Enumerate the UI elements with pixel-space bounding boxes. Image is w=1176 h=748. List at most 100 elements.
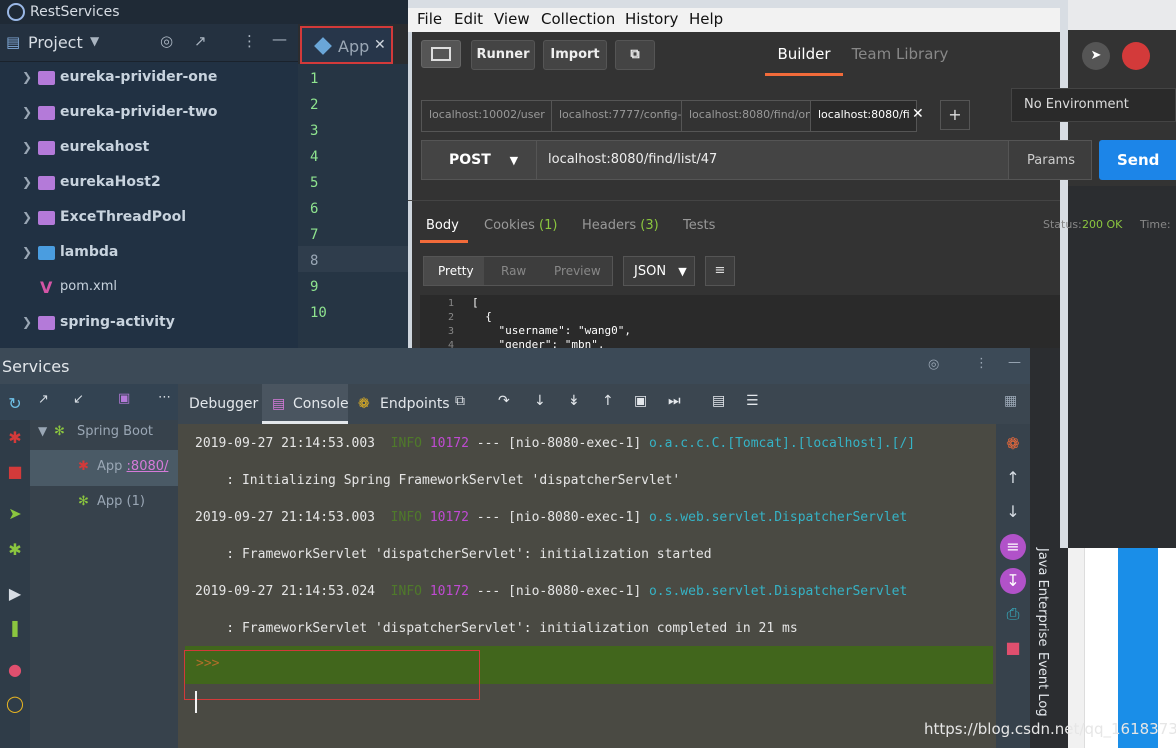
tab-body[interactable]: Body (426, 218, 459, 233)
tree-item[interactable]: ❯ lambda (0, 237, 298, 272)
minimize-icon[interactable]: — (1008, 355, 1021, 370)
runner-button[interactable]: Runner (471, 40, 535, 70)
tab-console[interactable]: Console (293, 396, 349, 412)
drop-frame-icon[interactable]: ▣ (634, 393, 647, 409)
more-icon[interactable]: ⋮ (975, 356, 988, 371)
tree-item[interactable]: ❯ spring-activity (0, 307, 298, 342)
chevron-down-icon[interactable]: ▼ (90, 34, 99, 48)
expand-arrow-icon[interactable]: ▼ (38, 424, 47, 438)
stop-icon[interactable]: ■ (4, 462, 26, 481)
bug-icon[interactable]: ✱ (4, 540, 26, 559)
menu-collection[interactable]: Collection (541, 10, 615, 28)
tab-debugger[interactable]: Debugger (189, 396, 258, 412)
menu-edit[interactable]: Edit (454, 10, 483, 28)
service-app-other[interactable]: App (1) (97, 494, 145, 509)
restore-layout-icon[interactable]: ⧉ (455, 393, 465, 409)
wrap-lines-icon[interactable]: ≡ (705, 256, 735, 286)
collapse-all-icon[interactable]: ↙ (73, 392, 84, 407)
more-icon[interactable]: ⋮ (242, 32, 257, 50)
format-select[interactable]: JSON ▼ (623, 256, 695, 286)
send-button[interactable]: Send (1099, 140, 1176, 180)
rocket-icon[interactable]: ➤ (4, 504, 26, 523)
scroll-to-end-icon[interactable]: ↧ (1000, 568, 1026, 594)
layout-icon[interactable]: ▦ (1004, 393, 1017, 409)
resume-icon[interactable]: ▶ (4, 584, 26, 603)
expand-arrow-icon[interactable]: ❯ (22, 245, 32, 259)
endpoints-icon[interactable]: ❁ (1001, 434, 1025, 453)
service-port-link[interactable]: :8080/ (127, 459, 169, 474)
project-view-selector[interactable]: Project (28, 33, 83, 52)
soft-wrap-icon[interactable]: ≡ (1000, 534, 1026, 560)
step-into-icon[interactable]: ↓ (534, 393, 546, 409)
debug-icon[interactable]: ✱ (4, 428, 26, 447)
tree-item[interactable]: ❯ eureka-privider-one (0, 62, 298, 97)
tab-headers[interactable]: Headers (3) (582, 218, 659, 233)
tree-item[interactable]: ❯ eureka-privider-two (0, 97, 298, 132)
more-icon[interactable]: ⋯ (158, 390, 171, 405)
mute-breakpoints-icon[interactable]: ◯ (4, 694, 26, 713)
expand-arrow-icon[interactable]: ❯ (22, 140, 32, 154)
tab-builder[interactable]: Builder (765, 32, 843, 76)
java-enterprise-tab[interactable]: Java Enterprise (1035, 548, 1050, 646)
collapse-icon[interactable]: ↗ (194, 32, 207, 50)
evaluate-icon[interactable]: ▤ (712, 393, 725, 409)
expand-arrow-icon[interactable]: ❯ (22, 175, 32, 189)
trash-icon[interactable]: ■ (1001, 638, 1025, 657)
response-body[interactable]: 1 [ 2 { 3 "username": "wang0", 4 "gender… (420, 295, 1060, 351)
url-input[interactable]: localhost:8080/find/list/47 (548, 152, 717, 167)
expand-arrow-icon[interactable]: ❯ (22, 105, 32, 119)
service-app-running[interactable]: App :8080/ (97, 459, 168, 474)
request-tab[interactable]: localhost:8080/find/on (681, 100, 815, 132)
satellite-icon[interactable]: ➤ (1082, 42, 1110, 70)
tab-tests[interactable]: Tests (683, 218, 715, 233)
view-pretty[interactable]: Pretty (438, 264, 474, 278)
menu-history[interactable]: History (625, 10, 678, 28)
close-tab-icon[interactable]: ✕ (912, 106, 924, 122)
menu-file[interactable]: File (417, 10, 442, 28)
request-tab-active[interactable]: localhost:8080/fi (810, 100, 917, 132)
down-arrow-icon[interactable]: ↓ (1001, 502, 1025, 521)
close-icon[interactable]: ✕ (374, 37, 386, 53)
tree-item[interactable]: V pom.xml (0, 272, 298, 307)
step-out-icon[interactable]: ↑ (602, 393, 614, 409)
menu-help[interactable]: Help (689, 10, 723, 28)
expand-arrow-icon[interactable]: ❯ (22, 315, 32, 329)
tree-item[interactable]: ❯ eurekahost (0, 132, 298, 167)
add-tab-button[interactable]: + (940, 100, 970, 130)
params-button[interactable]: Params (1008, 140, 1092, 180)
group-icon[interactable]: ▣ (118, 391, 130, 406)
tab-team-library[interactable]: Team Library (845, 32, 955, 76)
expand-arrow-icon[interactable]: ❯ (22, 70, 32, 84)
expand-all-icon[interactable]: ↗ (38, 392, 49, 407)
tree-item[interactable]: ❯ ExceThreadPool (0, 202, 298, 237)
request-tab[interactable]: localhost:10002/user (421, 100, 556, 132)
tab-endpoints[interactable]: Endpoints (380, 396, 450, 412)
method-select[interactable]: POST ▼ (421, 140, 537, 180)
record-icon[interactable]: ● (4, 660, 26, 679)
environment-select[interactable]: No Environment (1011, 88, 1176, 122)
target-icon[interactable]: ◎ (160, 32, 173, 50)
expand-arrow-icon[interactable]: ❯ (22, 210, 32, 224)
target-icon[interactable]: ◎ (928, 357, 939, 372)
minimize-icon[interactable]: — (272, 30, 287, 48)
trace-icon[interactable]: ☰ (746, 393, 759, 409)
print-icon[interactable]: ⎙ (1001, 604, 1025, 624)
pause-icon[interactable]: ❚ (4, 618, 26, 637)
view-raw[interactable]: Raw (501, 264, 526, 278)
up-arrow-icon[interactable]: ↑ (1001, 468, 1025, 487)
services-root[interactable]: Spring Boot (77, 424, 153, 439)
force-step-into-icon[interactable]: ↡ (568, 393, 580, 409)
editor-tab-app[interactable]: App ✕ (300, 26, 393, 64)
request-tab[interactable]: localhost:7777/config-c (551, 100, 686, 132)
refresh-icon[interactable]: ↻ (4, 394, 26, 413)
tab-cookies[interactable]: Cookies (1) (484, 218, 557, 233)
import-button[interactable]: Import (543, 40, 607, 70)
view-preview[interactable]: Preview (554, 264, 601, 278)
sync-icon[interactable] (1122, 42, 1150, 70)
run-to-cursor-icon[interactable]: ⏭ (668, 393, 681, 409)
new-tab-button[interactable]: ⧉ (615, 40, 655, 70)
step-over-icon[interactable]: ↷ (498, 393, 510, 409)
sidebar-toggle-button[interactable] (421, 40, 461, 68)
menu-view[interactable]: View (494, 10, 530, 28)
tree-item[interactable]: ❯ eurekaHost2 (0, 167, 298, 202)
